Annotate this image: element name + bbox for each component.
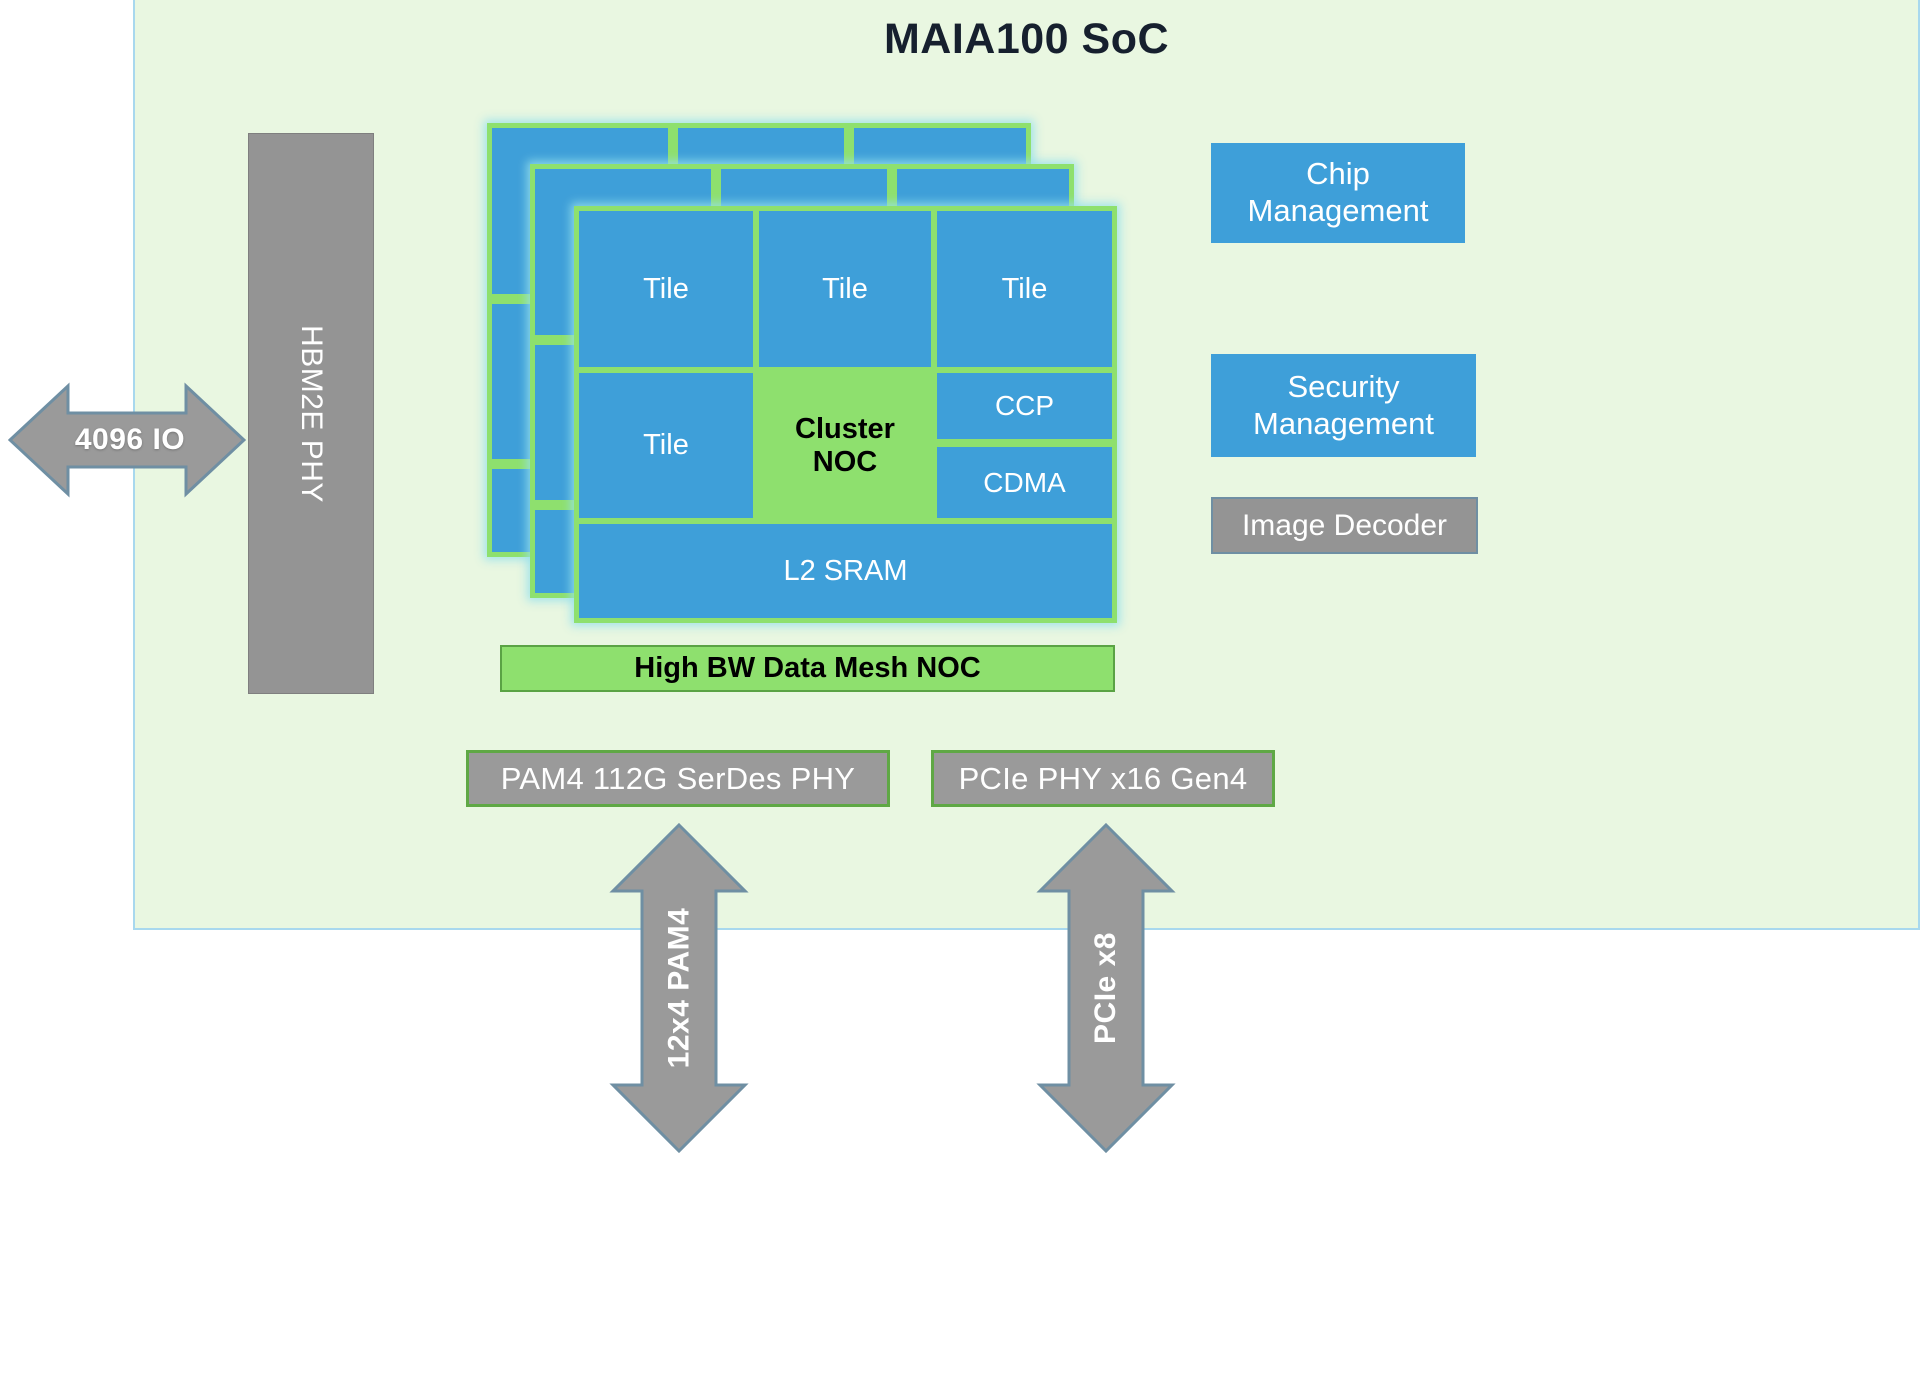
chip-management-line1: Chip [1306,156,1370,192]
pam4-arrow-label: 12x4 PAM4 [608,823,750,1153]
security-management-block: Security Management [1211,354,1476,457]
cluster-noc-line2: NOC [812,445,878,478]
cluster-stack: Tile Tile Tile Tile Cluster NOC CCP CDMA… [487,123,1117,623]
pcie-arrow-label: PCIe x8 [1035,823,1177,1153]
security-management-line2: Management [1253,405,1434,441]
image-decoder-block: Image Decoder [1211,497,1478,554]
tile-block: Tile [937,211,1112,367]
cluster-front-grid: Tile Tile Tile Tile Cluster NOC CCP CDMA… [574,206,1117,623]
page-title: MAIA100 SoC [883,15,1170,63]
cluster-noc-line1: Cluster [795,413,895,446]
diagram-canvas: MAIA100 SoC 4096 IO HBM2E PHY Tile Tile … [0,0,1920,1385]
l2-sram-block: L2 SRAM [579,524,1112,618]
chip-management-block: Chip Management [1211,143,1465,243]
pam4-arrow-text: 12x4 PAM4 [662,907,696,1069]
chip-management-line2: Management [1247,193,1429,228]
cdma-block: CDMA [937,447,1112,518]
data-mesh-noc-bar: High BW Data Mesh NOC [500,645,1115,692]
hbm-io-arrow-label: 4096 IO [74,423,186,456]
tile-block: Tile [579,373,753,518]
serdes-phy-block: PAM4 112G SerDes PHY [466,750,890,807]
pcie-arrow-text: PCIe x8 [1089,932,1122,1044]
security-management-line1: Security [1287,368,1400,404]
pcie-arrow: PCIe x8 [1035,823,1177,1153]
ccp-block: CCP [937,373,1112,439]
tile-block: Tile [759,211,931,367]
hbm2e-phy-block: HBM2E PHY [248,133,374,694]
hbm-io-arrow: 4096 IO [8,372,246,508]
cluster-noc-block: Cluster NOC [759,373,931,518]
hbm2e-phy-label: HBM2E PHY [295,324,328,503]
cluster-card-front: Tile Tile Tile Tile Cluster NOC CCP CDMA… [574,206,1117,623]
pcie-phy-block: PCIe PHY x16 Gen4 [931,750,1275,807]
tile-block: Tile [579,211,753,367]
pam4-arrow: 12x4 PAM4 [608,823,750,1153]
